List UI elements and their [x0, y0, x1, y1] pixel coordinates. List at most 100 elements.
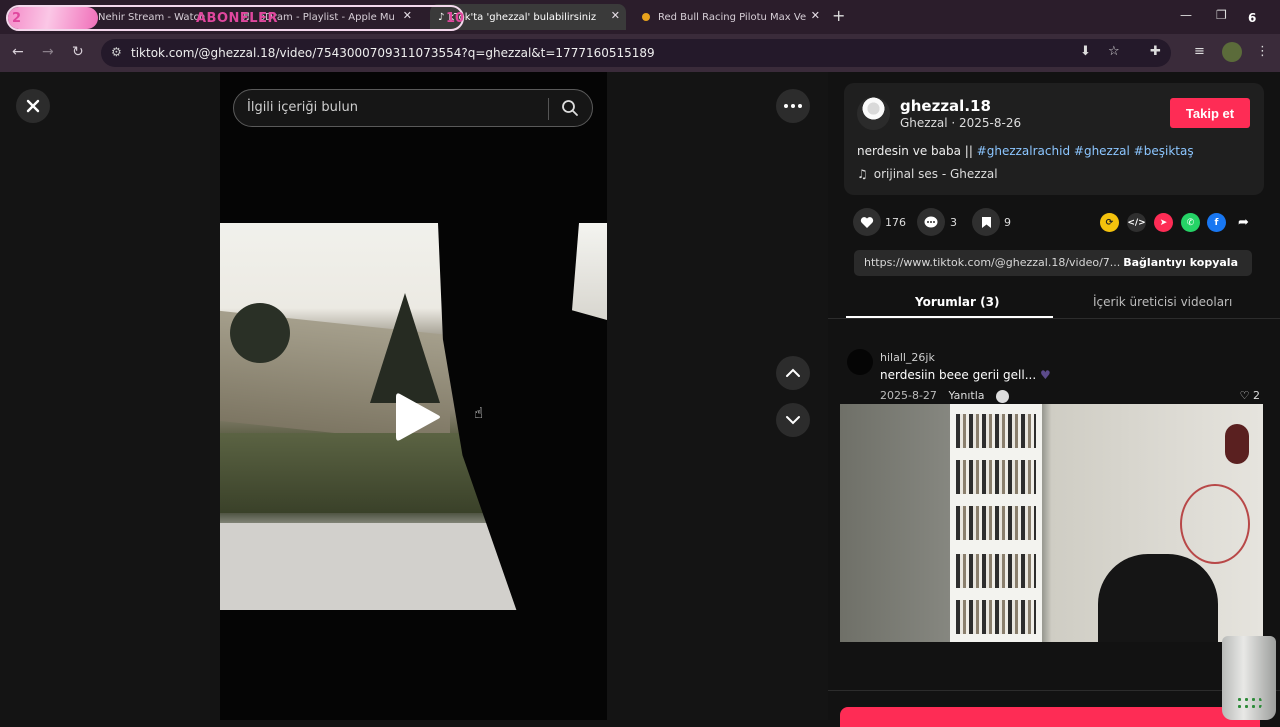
install-icon[interactable]: ⬇: [1080, 44, 1091, 59]
image-wall-drawing: [1180, 484, 1250, 564]
avatar[interactable]: [857, 97, 890, 130]
restore-icon[interactable]: ❐: [1216, 8, 1227, 22]
chevron-up-icon: [786, 368, 800, 377]
overlay-right-number: 10: [446, 11, 465, 26]
description-text: nerdesin ve baba ||: [857, 144, 977, 158]
hashtag-link[interactable]: #beşiktaş: [1134, 144, 1194, 158]
panel-divider: [828, 690, 1280, 691]
post-username[interactable]: ghezzal.18: [900, 97, 991, 115]
cup-decoration: [1236, 696, 1262, 710]
close-icon[interactable]: ✕: [606, 9, 620, 22]
more-options-button[interactable]: [776, 89, 810, 123]
minimize-icon[interactable]: —: [1180, 8, 1192, 22]
comment-icon: [924, 216, 938, 227]
commenter-avatar[interactable]: [847, 349, 873, 375]
forward-icon[interactable]: →: [42, 44, 54, 60]
close-icon: [26, 99, 40, 113]
next-video-button[interactable]: [776, 403, 810, 437]
comment-date: 2025-8-27: [880, 389, 937, 402]
music-info[interactable]: ♫ orijinal ses - Ghezzal: [857, 167, 998, 181]
reload-icon[interactable]: ↻: [72, 44, 84, 60]
tab-creator-videos[interactable]: İçerik üreticisi videoları: [1093, 295, 1232, 309]
comment-input-button[interactable]: [840, 707, 1260, 727]
post-subtitle: Ghezzal · 2025-8-26: [900, 116, 1022, 130]
video-scene-road: [220, 523, 536, 610]
more-dots-icon: [784, 104, 802, 108]
whatsapp-icon[interactable]: ✆: [1181, 213, 1200, 232]
repost-icon[interactable]: ⟳: [1100, 213, 1119, 232]
media-icon[interactable]: ≡: [1194, 44, 1205, 59]
hashtag-link[interactable]: #ghezzal: [1074, 144, 1130, 158]
tab-divider: [828, 318, 1280, 319]
music-note-icon: ♫: [857, 167, 868, 181]
comment-body: nerdesiin beee gerii gell...: [880, 368, 1037, 382]
close-icon[interactable]: ✕: [806, 9, 820, 22]
subscriber-progress-fill: [8, 7, 98, 29]
sticker-icon: [996, 389, 1010, 403]
comment-text: nerdesiin beee gerii gell... ♥: [880, 368, 1051, 382]
comment-image[interactable]: [840, 404, 1263, 642]
address-bar: ← → ↻ ⚙ tiktok.com/@ghezzal.18/video/754…: [0, 34, 1280, 72]
comment-like-count: 2: [1253, 389, 1260, 402]
comment-button[interactable]: [917, 208, 945, 236]
related-search-input[interactable]: İlgili içeriği bulun: [233, 89, 593, 127]
chevron-down-icon: [786, 416, 800, 425]
favicon-icon: [642, 13, 650, 21]
corner-counter: 6: [1248, 11, 1257, 25]
comment-username[interactable]: hilall_26jk: [880, 351, 935, 364]
heart-outline-icon: ♡: [1239, 389, 1250, 402]
search-placeholder: İlgili içeriği bulun: [247, 100, 358, 115]
music-title: orijinal ses - Ghezzal: [873, 167, 998, 181]
tab-comments[interactable]: Yorumlar (3): [915, 295, 999, 309]
shelf-row: [956, 460, 1036, 494]
search-icon[interactable]: [561, 99, 579, 117]
shelf-row: [956, 554, 1036, 588]
bookmark-icon: [981, 216, 991, 228]
extensions-icon[interactable]: ✚: [1150, 44, 1161, 59]
comment-count: 3: [950, 216, 957, 229]
image-chair: [1098, 554, 1218, 642]
close-player-button[interactable]: [16, 89, 50, 123]
share-arrow-icon[interactable]: ➦: [1234, 213, 1253, 232]
profile-avatar[interactable]: [1222, 42, 1242, 62]
back-icon[interactable]: ←: [12, 44, 24, 60]
embed-icon[interactable]: </>: [1127, 213, 1146, 232]
shelf-row: [956, 506, 1036, 540]
image-bookshelf: [950, 404, 1042, 642]
overlay-label: ABONELER: [196, 11, 278, 26]
image-handprint: [1225, 424, 1249, 464]
comment-like[interactable]: ♡ 2: [1240, 389, 1260, 402]
shelf-row: [956, 414, 1036, 448]
link-url: https://www.tiktok.com/@ghezzal.18/video…: [864, 256, 1121, 269]
tab-label: Red Bull Racing Pilotu Max Ver: [658, 11, 811, 23]
facebook-icon[interactable]: f: [1207, 213, 1226, 232]
new-tab-button[interactable]: +: [832, 6, 845, 25]
post-description: nerdesin ve baba || #ghezzalrachid #ghez…: [857, 144, 1194, 158]
previous-video-button[interactable]: [776, 356, 810, 390]
site-settings-icon[interactable]: ⚙: [111, 45, 122, 59]
video-thumbnail[interactable]: [220, 223, 536, 610]
tab-red-bull[interactable]: Red Bull Racing Pilotu Max Ver ✕: [636, 4, 826, 30]
search-divider: [548, 98, 549, 120]
video-scene-tree: [230, 303, 290, 363]
save-button[interactable]: [972, 208, 1000, 236]
reply-button[interactable]: Yanıtla: [948, 389, 984, 402]
hashtag-link[interactable]: #ghezzalrachid: [977, 144, 1070, 158]
play-icon[interactable]: [396, 392, 440, 442]
overlay-left-number: 2: [12, 11, 22, 26]
copy-link-button[interactable]: Bağlantıyı kopyala: [1123, 256, 1238, 269]
like-count: 176: [885, 216, 906, 229]
comment-meta: 2025-8-27 Yanıtla: [880, 389, 1010, 403]
heart-emoji-icon: ♥: [1036, 368, 1051, 382]
url-field[interactable]: ⚙ tiktok.com/@ghezzal.18/video/754300070…: [101, 39, 1171, 67]
follow-button[interactable]: Takip et: [1170, 98, 1250, 128]
url-text: tiktok.com/@ghezzal.18/video/75430007093…: [131, 46, 655, 60]
tab-label: kTok'ta 'ghezzal' bulabilirsiniz: [448, 11, 597, 23]
bookmark-star-icon[interactable]: ☆: [1108, 44, 1120, 59]
heart-icon: [860, 216, 874, 228]
send-icon[interactable]: ➤: [1154, 213, 1173, 232]
like-button[interactable]: [853, 208, 881, 236]
link-copy-box: https://www.tiktok.com/@ghezzal.18/video…: [854, 250, 1252, 276]
save-count: 9: [1004, 216, 1011, 229]
menu-icon[interactable]: ⋮: [1256, 44, 1269, 59]
